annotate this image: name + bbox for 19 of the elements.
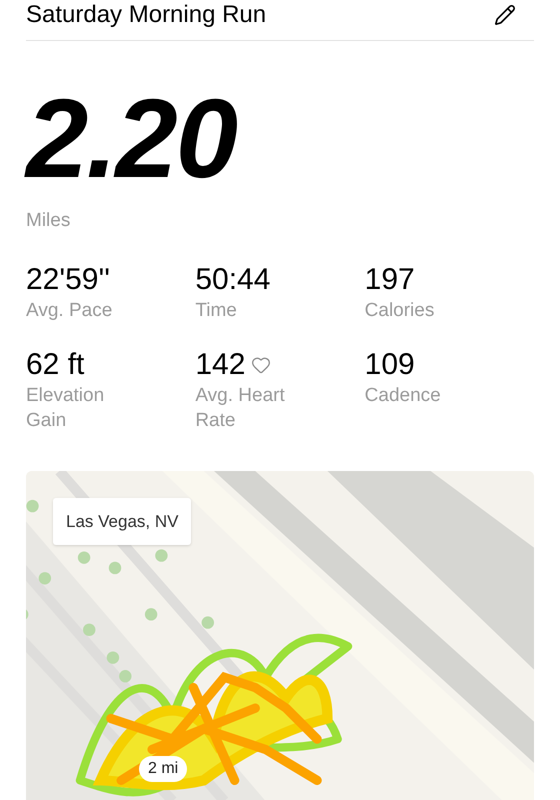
- edit-button[interactable]: [494, 4, 516, 26]
- route-map[interactable]: Las Vegas, NV 2 mi: [26, 470, 534, 800]
- stat-label: Time: [195, 298, 238, 322]
- location-label: Las Vegas, NV: [53, 498, 192, 545]
- distance-value: 2.20: [26, 83, 238, 195]
- distance-unit: Miles: [26, 209, 72, 233]
- stat-label: Calories: [364, 298, 436, 322]
- activity-title: Saturday Morning Run: [26, 1, 266, 29]
- stat-label: Elevation Gain: [26, 384, 106, 432]
- heart-icon: [251, 354, 272, 374]
- stat-value: 62 ft: [26, 346, 84, 382]
- stat-value: 22'59'': [26, 262, 110, 298]
- stat-label: Avg. Heart Rate: [195, 384, 286, 432]
- stat-value: 50:44: [195, 262, 270, 298]
- stat-label: Avg. Pace: [26, 298, 114, 322]
- stat-value: 142: [195, 346, 246, 382]
- stat-label: Cadence: [364, 384, 442, 408]
- stat-value: 109: [364, 346, 415, 382]
- stat-value: 197: [364, 262, 415, 298]
